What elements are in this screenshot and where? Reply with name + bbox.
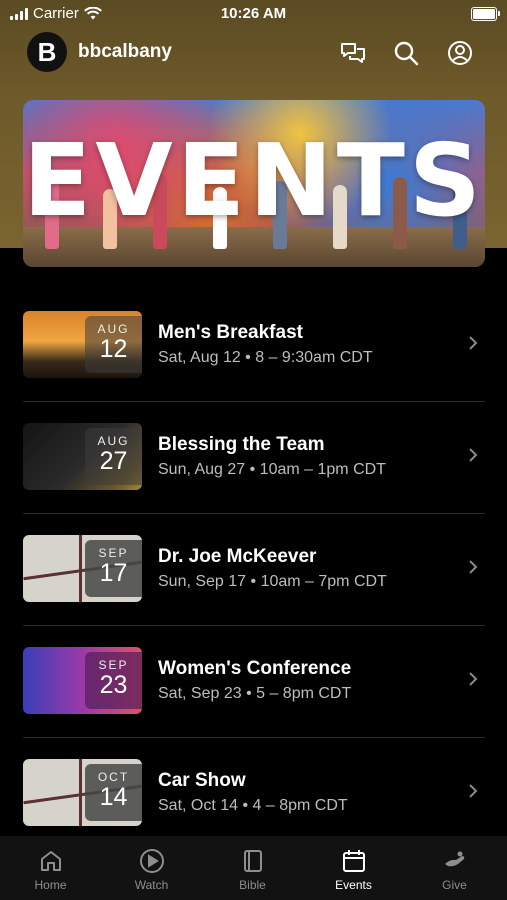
events-list: AUG 12 Men's Breakfast Sat, Aug 12 • 8 –…	[23, 290, 485, 849]
event-title: Women's Conference	[158, 658, 352, 679]
event-day: 27	[99, 447, 128, 475]
event-day: 12	[99, 335, 128, 363]
event-row[interactable]: AUG 12 Men's Breakfast Sat, Aug 12 • 8 –…	[23, 290, 485, 402]
tab-home[interactable]: Home	[0, 836, 101, 900]
battery-icon	[471, 7, 500, 21]
event-month: OCT	[97, 770, 130, 784]
event-title: Car Show	[158, 770, 246, 791]
chevron-right-icon	[469, 560, 478, 574]
play-icon	[139, 849, 164, 873]
tab-label: Give	[442, 878, 467, 892]
tab-label: Bible	[239, 878, 266, 892]
event-datetime: Sun, Aug 27 • 10am – 1pm CDT	[158, 461, 386, 478]
event-thumbnail: SEP 23	[23, 647, 142, 714]
event-date-box: AUG 12	[85, 316, 142, 373]
calendar-icon	[342, 850, 365, 872]
event-thumbnail: SEP 17	[23, 535, 142, 602]
tab-events[interactable]: Events	[303, 836, 404, 900]
bottom-tab-bar: Home Watch Bible Events Give	[0, 836, 507, 900]
tab-label: Watch	[134, 878, 169, 892]
event-row[interactable]: SEP 17 Dr. Joe McKeever Sun, Sep 17 • 10…	[23, 514, 485, 626]
event-month: SEP	[98, 658, 129, 672]
home-icon	[40, 851, 61, 871]
event-row[interactable]: SEP 23 Women's Conference Sat, Sep 23 • …	[23, 626, 485, 738]
event-datetime: Sat, Aug 12 • 8 – 9:30am CDT	[158, 349, 373, 366]
event-thumbnail: AUG 27	[23, 423, 142, 490]
profile-icon[interactable]	[447, 40, 473, 66]
event-datetime: Sat, Oct 14 • 4 – 8pm CDT	[158, 797, 348, 814]
event-date-box: OCT 14	[85, 764, 142, 821]
event-date-box: AUG 27	[85, 428, 142, 485]
tab-watch[interactable]: Watch	[101, 836, 202, 900]
event-row[interactable]: AUG 27 Blessing the Team Sun, Aug 27 • 1…	[23, 402, 485, 514]
tab-label: Events	[335, 878, 372, 892]
banner-title: EVENTS	[23, 122, 485, 239]
church-logo[interactable]: B	[27, 32, 67, 72]
book-icon	[243, 850, 262, 872]
clock: 10:26 AM	[220, 5, 287, 22]
event-datetime: Sat, Sep 23 • 5 – 8pm CDT	[158, 685, 352, 702]
event-month: AUG	[97, 434, 130, 448]
give-icon	[444, 851, 464, 867]
chevron-right-icon	[469, 672, 478, 686]
event-title: Dr. Joe McKeever	[158, 546, 317, 567]
event-datetime: Sun, Sep 17 • 10am – 7pm CDT	[158, 573, 387, 590]
event-day: 17	[99, 559, 128, 587]
app-name: bbcalbany	[78, 41, 172, 62]
event-month: SEP	[98, 546, 129, 560]
chevron-right-icon	[469, 784, 478, 798]
app-bar: B bbcalbany	[0, 30, 507, 76]
event-day: 14	[99, 783, 128, 811]
tab-label: Home	[34, 878, 67, 892]
event-thumbnail: AUG 12	[23, 311, 142, 378]
event-month: AUG	[97, 322, 130, 336]
event-date-box: SEP 23	[85, 652, 142, 709]
events-banner: EVENTS	[23, 100, 485, 267]
search-icon[interactable]	[393, 40, 419, 66]
chat-icon[interactable]	[340, 40, 366, 66]
tab-bible[interactable]: Bible	[202, 836, 303, 900]
event-thumbnail: OCT 14	[23, 759, 142, 826]
chevron-right-icon	[469, 336, 478, 350]
event-title: Men's Breakfast	[158, 322, 303, 343]
event-day: 23	[99, 671, 128, 699]
event-row[interactable]: OCT 14 Car Show Sat, Oct 14 • 4 – 8pm CD…	[23, 738, 485, 849]
event-date-box: SEP 17	[85, 540, 142, 597]
event-title: Blessing the Team	[158, 434, 325, 455]
status-bar: Carrier 10:26 AM	[0, 0, 507, 28]
tab-give[interactable]: Give	[404, 836, 505, 900]
chevron-right-icon	[469, 448, 478, 462]
